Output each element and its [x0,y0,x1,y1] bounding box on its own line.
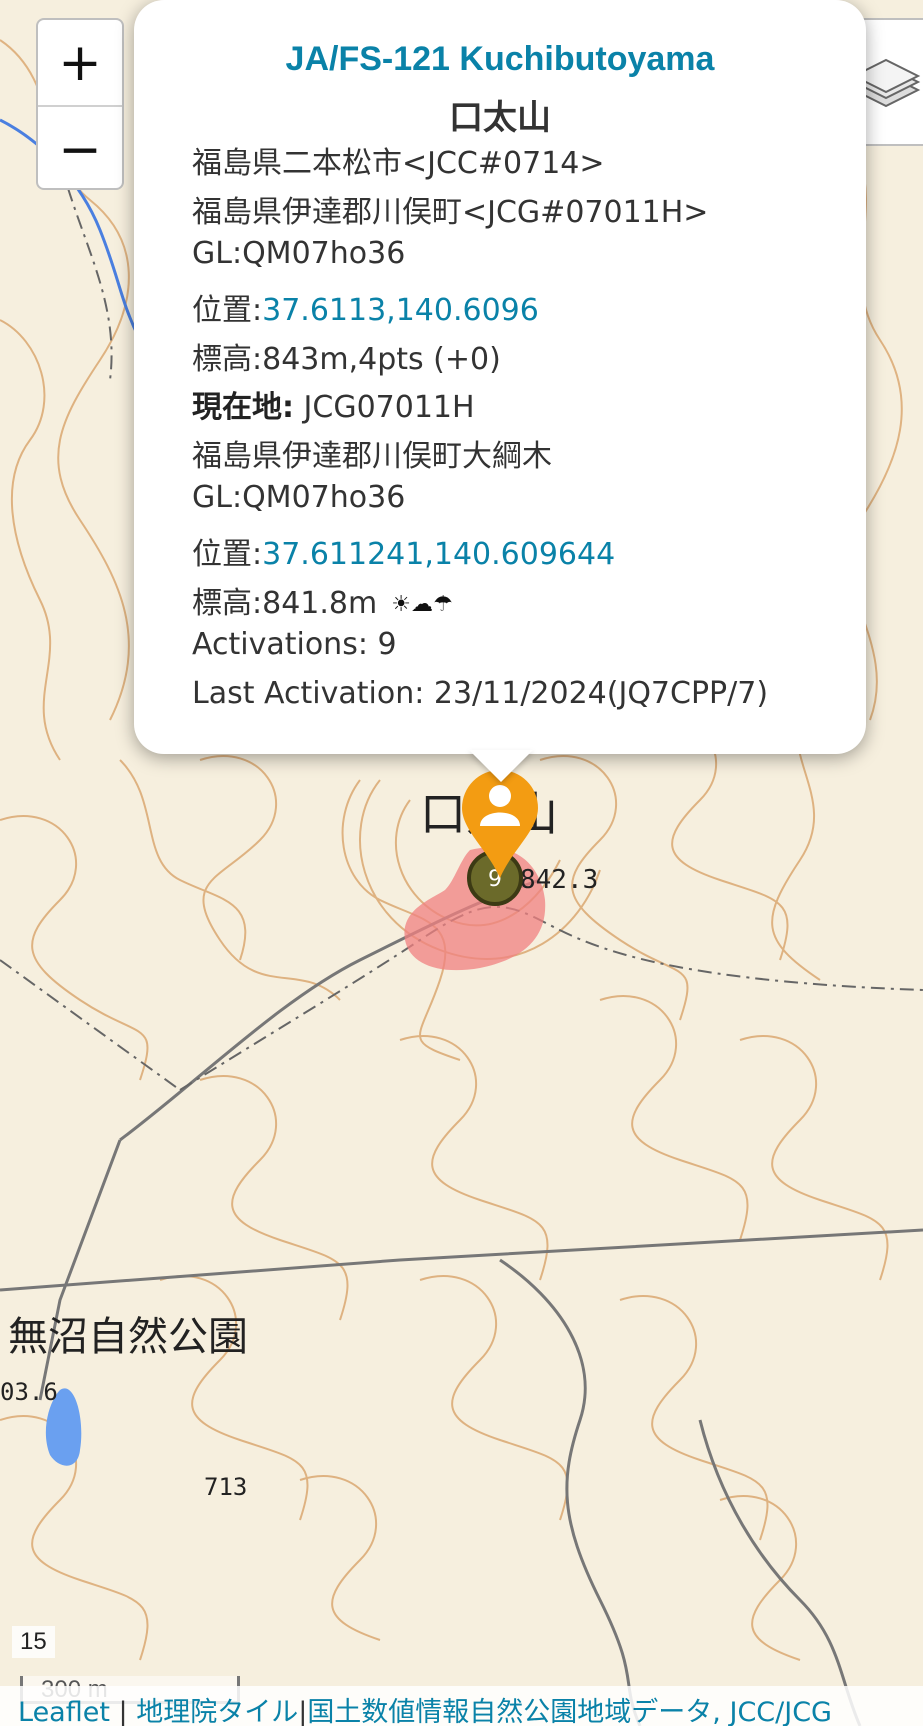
elevation-713-label: 713 [204,1473,247,1501]
jcg-line: 福島県伊達郡川俣町<JCG#07011H> [192,195,709,230]
current-elevation-line: 標高:841.8m ☀☁☂ [192,578,453,622]
summit-popup: JA/FS-121 Kuchibutoyama 口太山 福島県二本松市<JCC#… [134,0,866,754]
weather-icon[interactable]: ☀☁☂ [391,592,452,617]
attribution-separator: | [109,1697,137,1726]
zoom-level-display: 15 [12,1626,55,1658]
park-name-label: 無沼自然公園 [8,1314,248,1360]
position-line: 位置:37.6113,140.6096 [192,285,539,329]
gsi-tiles-link[interactable]: 地理院タイル [136,1697,298,1726]
grid-locator-line: GL:QM07ho36 [192,236,406,271]
current-position-link[interactable]: 37.611241,140.609644 [262,537,615,572]
position-link[interactable]: 37.6113,140.6096 [262,293,539,328]
current-position-label: 位置: [192,537,263,572]
activations-line: Activations: 9 [192,627,397,662]
jcc-line: 福島県二本松市<JCC#0714> [192,146,605,181]
summit-reference-link[interactable]: JA/FS-121 Kuchibutoyama [134,40,866,79]
address-line: 福島県伊達郡川俣町大綱木 [192,439,552,474]
summit-name: 口太山 [449,98,551,138]
zoom-in-button[interactable]: + [38,20,122,105]
zoom-control: + − [36,18,124,190]
attribution-separator-2: | [298,1697,308,1726]
position-label: 位置: [192,293,263,328]
elevation-left-label: 03.6 [0,1378,58,1406]
zoom-out-button[interactable]: − [38,105,122,188]
current-location-value: JCG07011H [294,390,475,425]
popup-tip [469,750,533,782]
current-elevation-text: 標高:841.8m [192,586,378,621]
attribution-bar: Leaflet | 地理院タイル|国土数値情報自然公園地域データ, JCC/JC… [0,1686,923,1726]
current-location-label: 現在地: [192,390,294,425]
leaflet-link[interactable]: Leaflet [18,1697,110,1726]
current-location-line: 現在地: JCG07011H [192,382,475,426]
elevation-line: 標高:843m,4pts (+0) [192,342,501,377]
park-data-link[interactable]: 国土数値情報自然公園地域データ, JCC/JCG [307,1697,832,1726]
peak-elevation-label: 842.3 [520,865,598,895]
last-activation-line: Last Activation: 23/11/2024(JQ7CPP/7) [192,676,769,711]
current-position-line: 位置:37.611241,140.609644 [192,529,615,573]
current-grid-locator-line: GL:QM07ho36 [192,480,406,515]
